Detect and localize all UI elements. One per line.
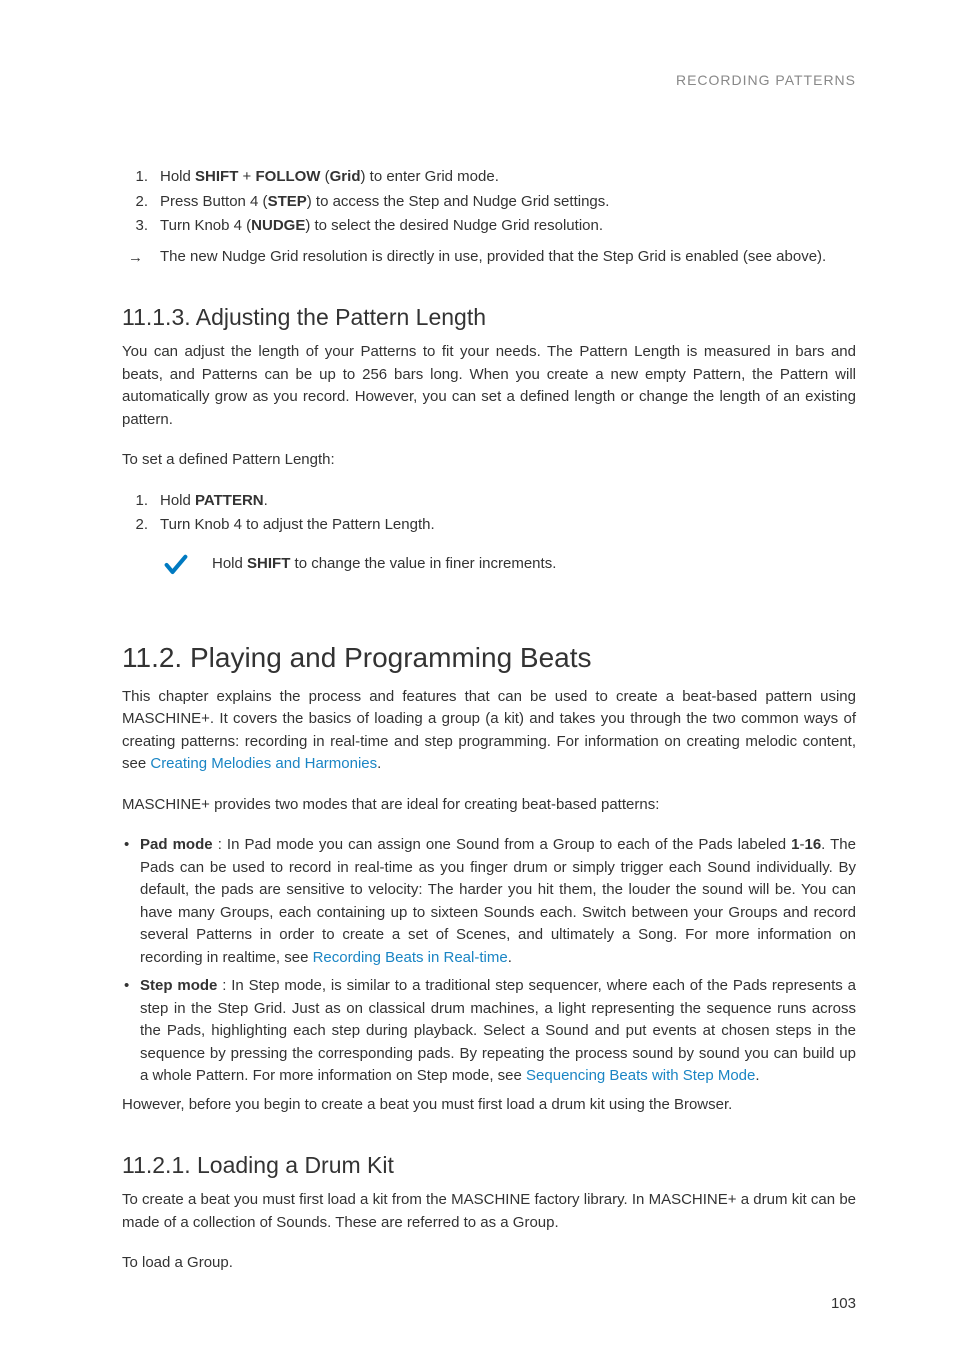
step-number: 2.: [124, 191, 148, 214]
page-header: RECORDING PATTERNS: [122, 72, 856, 88]
heading-loading-drum-kit: 11.2.1. Loading a Drum Kit: [122, 1152, 856, 1179]
bullet-pad-mode: Pad mode : In Pad mode you can assign on…: [140, 834, 856, 969]
body-paragraph: To create a beat you must first load a k…: [122, 1189, 856, 1234]
step-text: Turn Knob 4 (NUDGE) to select the desire…: [160, 217, 603, 234]
checkmark-icon: [162, 551, 190, 584]
body-paragraph: This chapter explains the process and fe…: [122, 686, 856, 776]
document-page: RECORDING PATTERNS 1. Hold SHIFT + FOLLO…: [0, 0, 954, 1350]
arrow-right-icon: →: [128, 247, 143, 270]
tip-block: Hold SHIFT to change the value in finer …: [162, 551, 856, 584]
step-number: 1.: [124, 166, 148, 189]
list-item: 1. Hold SHIFT + FOLLOW (Grid) to enter G…: [154, 166, 856, 189]
pattern-length-steps: 1. Hold PATTERN. 2. Turn Knob 4 to adjus…: [122, 490, 856, 537]
list-item: 1. Hold PATTERN.: [154, 490, 856, 513]
link-recording-beats-realtime[interactable]: Recording Beats in Real-time: [313, 949, 508, 966]
bullet-step-mode: Step mode : In Step mode, is similar to …: [140, 975, 856, 1088]
page-number: 103: [831, 1295, 856, 1312]
step-number: 3.: [124, 215, 148, 238]
step-text: Hold SHIFT + FOLLOW (Grid) to enter Grid…: [160, 168, 499, 185]
body-paragraph: MASCHINE+ provides two modes that are id…: [122, 794, 856, 817]
step-number: 2.: [124, 514, 148, 537]
body-paragraph: You can adjust the length of your Patter…: [122, 341, 856, 431]
body-paragraph: To set a defined Pattern Length:: [122, 449, 856, 472]
step-text: Hold PATTERN.: [160, 492, 268, 509]
grid-mode-steps: 1. Hold SHIFT + FOLLOW (Grid) to enter G…: [122, 166, 856, 238]
list-item: 2. Turn Knob 4 to adjust the Pattern Len…: [154, 514, 856, 537]
step-number: 1.: [124, 490, 148, 513]
step-text: Press Button 4 (STEP) to access the Step…: [160, 193, 609, 210]
heading-playing-programming-beats: 11.2. Playing and Programming Beats: [122, 642, 856, 674]
body-paragraph: However, before you begin to create a be…: [122, 1094, 856, 1117]
heading-adjusting-pattern-length: 11.1.3. Adjusting the Pattern Length: [122, 304, 856, 331]
body-paragraph: To load a Group.: [122, 1252, 856, 1275]
link-sequencing-step-mode[interactable]: Sequencing Beats with Step Mode: [526, 1067, 755, 1084]
list-item: 3. Turn Knob 4 (NUDGE) to select the des…: [154, 215, 856, 238]
list-item: 2. Press Button 4 (STEP) to access the S…: [154, 191, 856, 214]
result-text: The new Nudge Grid resolution is directl…: [160, 248, 826, 265]
link-creating-melodies[interactable]: Creating Melodies and Harmonies: [150, 755, 377, 772]
step-text: Turn Knob 4 to adjust the Pattern Length…: [160, 516, 435, 533]
mode-bullet-list: Pad mode : In Pad mode you can assign on…: [122, 834, 856, 1088]
result-line: → The new Nudge Grid resolution is direc…: [122, 246, 856, 269]
tip-text: Hold SHIFT to change the value in finer …: [212, 551, 556, 576]
